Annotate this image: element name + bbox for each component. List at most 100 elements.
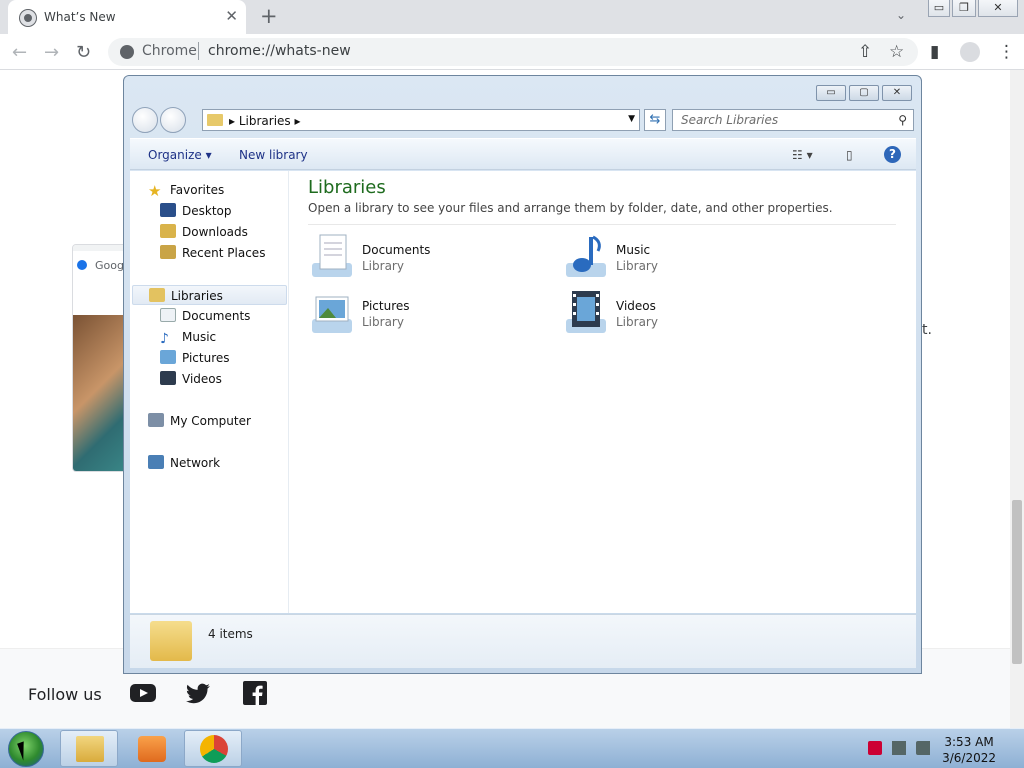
clock-time: 3:53 AM: [944, 735, 994, 749]
nav-label: Libraries: [171, 289, 223, 303]
nav-documents[interactable]: Documents: [160, 306, 250, 326]
desktop-icon: [160, 203, 176, 217]
breadcrumb-libraries[interactable]: Libraries: [239, 114, 291, 128]
profile-avatar-icon[interactable]: [960, 42, 980, 62]
documents-library-icon: [312, 234, 352, 277]
clock-date: 3/6/2022: [942, 751, 996, 765]
library-pictures[interactable]: Pictures Library: [308, 289, 548, 337]
organize-button[interactable]: Organize ▾: [148, 148, 212, 162]
minimize-button[interactable]: ▭: [928, 0, 950, 17]
network-tray-icon[interactable]: [892, 741, 906, 755]
taskbar-chrome[interactable]: [184, 730, 242, 767]
nav-label: Recent Places: [182, 246, 266, 260]
nav-my-computer[interactable]: My Computer: [148, 411, 251, 431]
explorer-minimize-button[interactable]: ▭: [816, 85, 846, 101]
omnibox-url[interactable]: chrome://whats-new: [208, 43, 351, 59]
pictures-library-icon: [312, 296, 352, 333]
item-count: 4 items: [208, 627, 253, 641]
nav-desktop[interactable]: Desktop: [160, 201, 232, 221]
taskbar-explorer[interactable]: [60, 730, 118, 767]
nav-recent-places[interactable]: Recent Places: [160, 243, 265, 263]
nav-downloads[interactable]: Downloads: [160, 222, 248, 242]
library-documents[interactable]: Documents Library: [308, 233, 548, 281]
reload-icon[interactable]: ↻: [76, 42, 91, 63]
taskbar-media-player[interactable]: [122, 730, 180, 767]
network-icon: [148, 455, 164, 469]
clock[interactable]: 3:53 AM 3/6/2022: [942, 734, 996, 766]
restore-button[interactable]: ❐: [952, 0, 976, 17]
page-text-fragment: t.: [922, 322, 932, 338]
folder-icon: [76, 736, 104, 762]
close-button[interactable]: ✕: [978, 0, 1018, 17]
command-bar: Organize ▾ New library ☷ ▾ ▯ ?: [130, 138, 916, 170]
chrome-site-icon: [120, 45, 134, 59]
tab-title: What’s New: [44, 10, 116, 24]
documents-icon: [160, 308, 176, 322]
libraries-icon: [149, 288, 165, 302]
nav-network[interactable]: Network: [148, 453, 220, 473]
tab-close-icon[interactable]: ✕: [225, 7, 238, 25]
share-icon[interactable]: ⇧: [858, 42, 872, 62]
search-placeholder: Search Libraries: [681, 113, 779, 127]
music-note-icon: ♪: [160, 331, 169, 347]
breadcrumb-arrow-icon[interactable]: ▸: [229, 114, 235, 128]
action-center-icon[interactable]: [868, 741, 882, 755]
card-title: Goog: [77, 259, 124, 272]
back-icon[interactable]: ←: [12, 42, 27, 63]
volume-icon[interactable]: [916, 741, 930, 755]
nav-libraries[interactable]: Libraries: [132, 285, 287, 305]
twitter-icon[interactable]: [186, 681, 212, 705]
downloads-icon: [160, 224, 176, 238]
libraries-folder-icon: [207, 114, 223, 126]
nav-music[interactable]: ♪ Music: [160, 327, 216, 347]
library-music[interactable]: Music Library: [562, 233, 802, 281]
nav-label: Favorites: [170, 183, 225, 197]
music-library-icon: [566, 235, 606, 277]
search-icon[interactable]: ⚲: [898, 113, 907, 127]
star-icon: ★: [148, 182, 162, 200]
explorer-back-button[interactable]: [132, 107, 158, 133]
nav-label: Music: [182, 330, 217, 344]
bookmark-star-icon[interactable]: ☆: [889, 42, 904, 62]
nav-label: Videos: [182, 372, 222, 386]
menu-icon[interactable]: ⋮: [998, 42, 1015, 62]
recent-places-icon: [160, 245, 176, 259]
help-icon[interactable]: ?: [884, 146, 901, 163]
scrollbar-thumb[interactable]: [1012, 500, 1022, 664]
search-libraries-input[interactable]: Search Libraries ⚲: [672, 109, 914, 131]
page-scrollbar[interactable]: [1010, 70, 1024, 728]
preview-pane-icon[interactable]: ▯: [846, 148, 853, 162]
change-view-button[interactable]: ☷ ▾: [792, 148, 813, 162]
navigation-pane: ★ Favorites Desktop Downloads Recent Plac…: [130, 171, 289, 613]
nav-videos[interactable]: Videos: [160, 369, 222, 389]
facebook-icon[interactable]: [242, 681, 268, 705]
chrome-tabstrip: What’s New ✕ + ⌄ ▭ ❐ ✕: [0, 0, 1024, 34]
forward-icon[interactable]: →: [44, 42, 59, 63]
taskbar: 3:53 AM 3/6/2022: [0, 728, 1024, 768]
divider: [308, 224, 896, 225]
library-videos[interactable]: Videos Library: [562, 289, 802, 337]
new-tab-button[interactable]: +: [260, 4, 278, 28]
omnibox[interactable]: Chrome chrome://whats-new: [108, 38, 918, 66]
omnibox-separator: [198, 42, 199, 60]
new-library-button[interactable]: New library: [239, 148, 308, 162]
videos-library-icon: [566, 291, 606, 333]
explorer-maximize-button[interactable]: ▢: [849, 85, 879, 101]
youtube-icon[interactable]: [130, 681, 156, 705]
nav-pictures[interactable]: Pictures: [160, 348, 230, 368]
address-dropdown-icon[interactable]: ▼: [628, 114, 635, 124]
refresh-button[interactable]: ⇆: [644, 109, 666, 131]
nav-label: Pictures: [182, 351, 230, 365]
libraries-folder-big-icon: [150, 621, 192, 661]
library-name: Pictures: [362, 299, 410, 313]
tab-whats-new[interactable]: What’s New ✕: [8, 0, 246, 34]
library-type: Library: [362, 315, 404, 329]
address-bar[interactable]: ▸ Libraries ▸ ▼: [202, 109, 640, 131]
nav-favorites[interactable]: ★ Favorites: [148, 180, 224, 200]
breadcrumb-arrow-icon[interactable]: ▸: [295, 114, 301, 128]
explorer-close-button[interactable]: ✕: [882, 85, 912, 101]
explorer-forward-button[interactable]: [160, 107, 186, 133]
tab-search-icon[interactable]: ⌄: [896, 8, 906, 22]
side-panel-icon[interactable]: ▮: [930, 42, 939, 62]
nav-label: My Computer: [170, 414, 251, 428]
